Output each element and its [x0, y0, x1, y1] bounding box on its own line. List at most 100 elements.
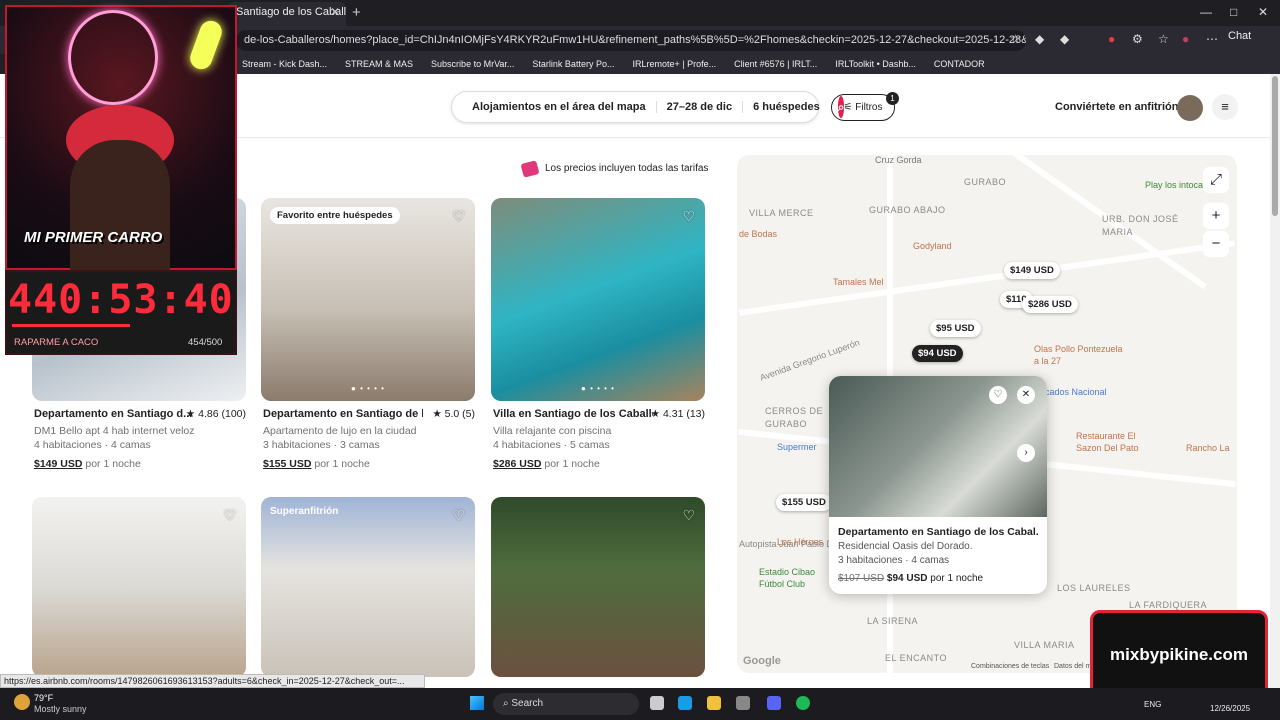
weather-temp[interactable]: 79°F — [34, 693, 53, 703]
listing-rating: ★ 5.0 (5) — [432, 408, 475, 420]
listing-rooms: 3 habitaciones · 3 camas — [263, 439, 380, 451]
map-price-pin[interactable]: $286 USD — [1022, 296, 1078, 313]
price-value[interactable]: $286 USD — [493, 458, 541, 470]
map-shortcuts-link[interactable]: Combinaciones de teclas — [971, 663, 1049, 670]
popup-price-unit: por 1 noche — [930, 573, 984, 584]
zoom-in-button[interactable]: + — [1203, 203, 1229, 229]
app-icon[interactable] — [736, 696, 750, 710]
bookmark[interactable]: STREAM & MAS — [345, 59, 413, 69]
clock-date[interactable]: 12/26/2025 — [1210, 704, 1250, 713]
listing-photo[interactable]: ♡ — [32, 497, 246, 677]
listing-photo[interactable]: ♡ ● • • • • — [491, 198, 705, 401]
carousel-dots: ● • • • • — [351, 384, 385, 393]
heart-icon[interactable]: ♡ — [682, 507, 695, 524]
bookmark[interactable]: IRLToolkit • Dashb... — [835, 59, 916, 69]
price-unit: por 1 noche — [314, 458, 370, 470]
heart-icon[interactable]: ♡ — [682, 208, 695, 225]
google-logo: Google — [743, 655, 781, 667]
bookmark[interactable]: Client #6576 | IRLT... — [734, 59, 817, 69]
bookmark[interactable]: Stream - Kick Dash... — [242, 59, 327, 69]
new-tab-button[interactable]: + — [352, 4, 361, 21]
map[interactable]: GURABO GURABO ABAJO URB. DON JOSÉ MARIA … — [737, 155, 1237, 673]
timer-goal-label: RAPARME A CACO — [14, 337, 99, 348]
bookmark[interactable]: IRLremote+ | Profe... — [632, 59, 716, 69]
star-icon[interactable]: ☆ — [1010, 32, 1021, 46]
puzzle-icon[interactable]: ⚙ — [1132, 32, 1143, 46]
filters-count-badge: 1 — [886, 92, 899, 105]
search-guests[interactable]: 6 huéspedes — [743, 101, 830, 113]
tab-close-icon[interactable]: ✕ — [330, 5, 340, 19]
heart-icon[interactable]: ♡ — [452, 507, 465, 524]
expand-map-icon[interactable]: ⤢ — [1203, 167, 1229, 193]
weather-desc[interactable]: Mostly sunny — [34, 704, 87, 714]
map-area-label: GURABO — [964, 177, 1007, 187]
windows-start-icon[interactable] — [470, 696, 484, 710]
discord-icon[interactable] — [767, 696, 781, 710]
popup-title: Departamento en Santiago de los Cabal... — [838, 526, 1038, 538]
heart-icon[interactable]: ♡ — [452, 208, 465, 225]
task-view-icon[interactable] — [650, 696, 664, 710]
map-area-label: GURABO ABAJO — [869, 205, 946, 215]
popup-rooms: 3 habitaciones · 4 camas — [838, 555, 950, 566]
search-dates[interactable]: 27–28 de dic — [657, 101, 744, 113]
close-icon[interactable]: ✕ — [1017, 386, 1035, 404]
maximize-icon[interactable]: □ — [1230, 5, 1237, 19]
bookmark[interactable]: Starlink Battery Po... — [532, 59, 614, 69]
map-place-label: Estadio Cibao Fútbol Club — [759, 567, 816, 589]
bookmark[interactable]: CONTADOR — [934, 59, 985, 69]
menu-icon[interactable]: ≡ — [1212, 94, 1238, 120]
address-bar[interactable]: de-los-Caballeros/homes?place_id=ChIJn4n… — [236, 30, 1026, 51]
extension-icon[interactable]: ◆ — [1035, 32, 1044, 46]
map-listing-popup[interactable]: ♡ ✕ › Departamento en Santiago de los Ca… — [829, 376, 1047, 594]
listing-subtitle: Apartamento de lujo en la ciudad — [263, 425, 417, 437]
map-place-label: de Bodas — [739, 229, 778, 239]
map-area-label: EL ENCANTO — [885, 653, 948, 663]
listing-price: $286 USD por 1 noche — [493, 458, 600, 470]
file-explorer-icon[interactable] — [707, 696, 721, 710]
taskbar-search[interactable]: ⌕ Search — [493, 693, 639, 715]
heart-icon[interactable]: ♡ — [989, 386, 1007, 404]
search-bar[interactable]: Alojamientos en el área del mapa 27–28 d… — [451, 91, 845, 123]
listing-photo[interactable]: Superanfitrión ♡ — [261, 497, 475, 677]
map-data-link[interactable]: Datos del m — [1054, 663, 1091, 670]
bookmark[interactable]: Subscribe to MrVar... — [431, 59, 514, 69]
extension-icon[interactable]: ◆ — [1060, 32, 1069, 46]
become-host-link[interactable]: Conviértete en anfitrión — [1055, 101, 1178, 113]
map-area-label: CERROS DE GURABO — [765, 406, 824, 429]
minimize-icon[interactable]: — — [1200, 5, 1212, 19]
neon-face-logo — [68, 10, 158, 105]
carousel-dots: ● • • • • — [581, 384, 615, 393]
scrollbar-thumb[interactable] — [1272, 76, 1278, 216]
map-area-label: VILLA MARIA — [1014, 640, 1075, 650]
extension-icon[interactable]: ● — [1108, 32, 1115, 46]
tab-active[interactable]: Santiago de los Caballeros — [228, 2, 346, 26]
spotify-icon[interactable] — [796, 696, 810, 710]
heart-icon[interactable]: ♡ — [223, 507, 236, 524]
guest-favorite-badge: Favorito entre huéspedes — [270, 207, 400, 224]
search-where[interactable]: Alojamientos en el área del mapa — [462, 101, 657, 113]
chevron-right-icon[interactable]: › — [1017, 444, 1035, 462]
more-icon[interactable]: ⋯ — [1206, 32, 1218, 46]
close-window-icon[interactable]: ✕ — [1258, 5, 1268, 19]
chat-button[interactable]: Chat — [1228, 30, 1251, 42]
language-indicator[interactable]: ENG — [1144, 700, 1161, 709]
map-price-pin-selected[interactable]: $94 USD — [912, 345, 963, 362]
map-price-pin[interactable]: $155 USD — [776, 494, 832, 511]
price-value[interactable]: $155 USD — [263, 458, 311, 470]
avatar[interactable] — [1177, 95, 1203, 121]
popup-photo[interactable] — [829, 376, 1047, 517]
weather-icon[interactable] — [14, 694, 30, 710]
favorites-icon[interactable]: ☆ — [1158, 32, 1169, 46]
listing-photo[interactable]: ♡ — [491, 497, 705, 677]
zoom-out-button[interactable]: − — [1203, 231, 1229, 257]
profile-icon[interactable]: ● — [1182, 32, 1189, 46]
listing-title: Departamento en Santiago de lo... — [263, 408, 423, 420]
map-price-pin[interactable]: $95 USD — [930, 320, 981, 337]
listing-photo[interactable]: Favorito entre huéspedes ♡ ● • • • • — [261, 198, 475, 401]
price-unit: por 1 noche — [544, 458, 600, 470]
edge-icon[interactable] — [678, 696, 692, 710]
map-price-pin[interactable]: $149 USD — [1004, 262, 1060, 279]
taskbar-search-label: Search — [511, 698, 544, 709]
price-value[interactable]: $149 USD — [34, 458, 82, 470]
taskbar — [0, 688, 1280, 720]
